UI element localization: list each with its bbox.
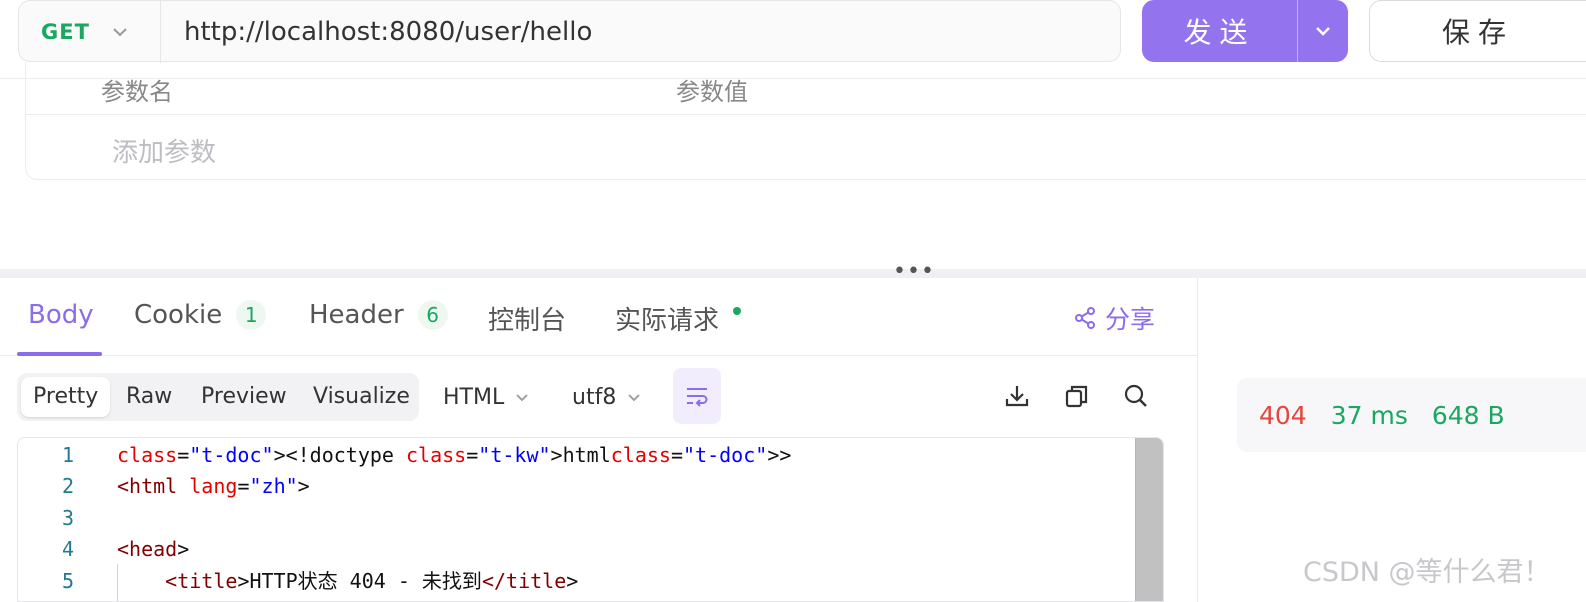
send-options-button[interactable]: [1298, 0, 1348, 62]
active-tab-indicator: [17, 352, 102, 356]
send-button-group: 发送: [1142, 0, 1348, 62]
view-visualize[interactable]: Visualize: [301, 377, 422, 417]
share-icon: [1075, 307, 1095, 329]
tab-label: 控制台: [488, 306, 567, 336]
view-preview[interactable]: Preview: [189, 377, 299, 417]
copy-icon[interactable]: [1063, 382, 1091, 410]
wrap-lines-icon: [687, 388, 708, 407]
editor-scrollbar[interactable]: [1135, 438, 1163, 601]
format-value: HTML: [443, 385, 505, 410]
method-label: GET: [41, 20, 90, 44]
tab-label: Header: [309, 300, 404, 330]
tab-label: 实际请求: [615, 306, 720, 336]
code-line: 2 <html lang="zh">: [18, 471, 1163, 502]
params-header: 参数名 参数值: [26, 62, 1586, 115]
request-bar: GET http://localhost:8080/user/hello: [18, 0, 1121, 63]
format-select[interactable]: HTML: [443, 385, 530, 410]
column-header-name: 参数名: [101, 78, 173, 106]
send-button[interactable]: 发送: [1142, 0, 1298, 62]
line-number: 2: [61, 474, 74, 498]
tab-label: Body: [28, 300, 94, 330]
wrap-lines-button[interactable]: [673, 368, 721, 424]
panel-splitter[interactable]: [0, 269, 1586, 278]
line-number: 3: [61, 506, 74, 530]
status-code: 404: [1259, 400, 1307, 430]
line-number: 4: [61, 537, 74, 561]
share-button[interactable]: 分享: [1073, 300, 1155, 336]
chevron-down-icon: [628, 393, 640, 401]
line-number: 1: [61, 443, 74, 467]
code-text: class="t-doc"><!doctype class="t-kw">htm…: [117, 443, 792, 467]
code-text: <html lang="zh">: [117, 474, 310, 498]
code-line: 1 class="t-doc"><!doctype class="t-kw">h…: [18, 440, 1163, 471]
response-status: 404 37 ms 648 B: [1237, 378, 1586, 452]
encoding-value: utf8: [572, 385, 617, 410]
code-line: 5 <title>HTTP状态 404 - 未找到</title>: [18, 566, 1163, 597]
watermark: CSDN @等什么君！: [1303, 557, 1551, 588]
response-body-editor[interactable]: 1 class="t-doc"><!doctype class="t-kw">h…: [17, 437, 1164, 602]
search-icon[interactable]: [1122, 382, 1150, 410]
tab-cookie[interactable]: Cookie 1: [134, 300, 267, 330]
view-mode-switch: Pretty Raw Preview Visualize: [17, 373, 419, 421]
chevron-down-icon: [113, 28, 127, 37]
response-size: 648 B: [1431, 400, 1505, 430]
params-table: 参数名 参数值 添加参数: [25, 62, 1586, 180]
count-badge: 6: [417, 300, 448, 330]
tab-body[interactable]: Body: [28, 300, 94, 330]
url-input[interactable]: http://localhost:8080/user/hello: [184, 1, 592, 63]
tab-actual-request[interactable]: 实际请求: [615, 300, 742, 337]
divider: [1197, 278, 1198, 602]
status-dot: [733, 306, 742, 315]
chevron-down-icon: [516, 393, 528, 401]
code-line: 4 <head>: [18, 534, 1163, 565]
response-time: 37 ms: [1330, 400, 1408, 430]
count-badge: 1: [236, 300, 267, 330]
code-line: 3: [18, 503, 1163, 534]
chevron-down-icon: [1316, 27, 1330, 36]
response-tabs: Body Cookie 1 Header 6 控制台 实际请求 分享: [0, 278, 1198, 356]
code-text: <title>HTTP状态 404 - 未找到</title>: [165, 569, 579, 593]
tab-label: Cookie: [134, 300, 223, 330]
share-label: 分享: [1105, 305, 1156, 334]
download-icon[interactable]: [1003, 382, 1031, 410]
tab-header[interactable]: Header 6: [309, 300, 448, 330]
view-raw[interactable]: Raw: [114, 377, 184, 417]
code-text: <head>: [117, 537, 190, 561]
save-button[interactable]: 保存: [1369, 0, 1586, 62]
tab-console[interactable]: 控制台: [488, 300, 566, 337]
column-header-value: 参数值: [676, 78, 748, 106]
line-number: 5: [61, 569, 74, 593]
add-param-input[interactable]: 添加参数: [112, 132, 216, 169]
encoding-select[interactable]: utf8: [572, 385, 642, 410]
method-select[interactable]: GET: [19, 1, 161, 63]
view-pretty[interactable]: Pretty: [21, 377, 111, 417]
